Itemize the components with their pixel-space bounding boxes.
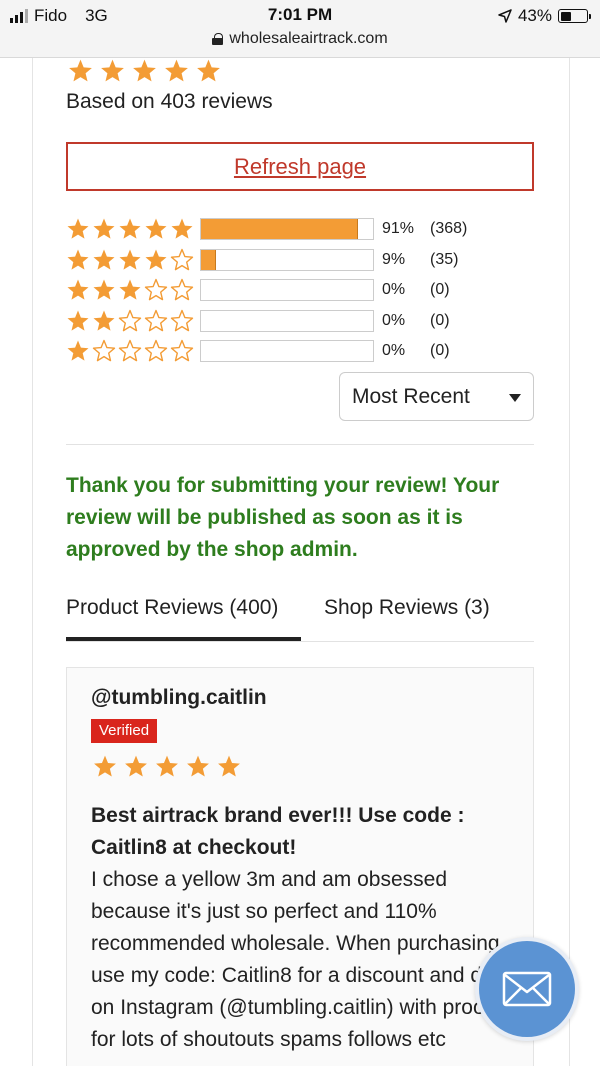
thanks-message: Thank you for submitting your review! Yo… xyxy=(66,474,500,561)
contact-mail-button[interactable] xyxy=(475,937,579,1041)
location-arrow-icon xyxy=(498,9,512,23)
tab-shop-reviews[interactable]: Shop Reviews (3) xyxy=(324,596,490,620)
histogram-percent: 91% xyxy=(382,220,415,238)
divider xyxy=(66,641,534,642)
star-filled-icon xyxy=(184,754,212,779)
star-filled-icon xyxy=(98,58,127,84)
histogram-bar-fill xyxy=(201,249,217,270)
histogram-stars xyxy=(66,339,200,363)
histogram-bar xyxy=(200,248,374,271)
battery-level xyxy=(560,11,572,21)
histogram-bar-fill xyxy=(201,219,358,240)
verified-badge: Verified xyxy=(91,719,158,743)
star-empty-icon xyxy=(170,278,194,302)
histogram-row-1-star[interactable]: 0% (0) xyxy=(66,336,536,367)
caret-down-icon xyxy=(509,394,521,402)
battery-percent: 43% xyxy=(517,6,552,25)
review-title: Best airtrack brand ever!!! Use code : C… xyxy=(91,804,465,859)
histogram-count: (0) xyxy=(430,281,450,299)
star-filled-icon xyxy=(66,278,90,302)
star-filled-icon xyxy=(162,58,191,84)
star-filled-icon xyxy=(66,217,90,241)
status-right: 43% xyxy=(498,6,591,26)
star-filled-icon xyxy=(91,754,119,779)
summary-stars xyxy=(66,58,223,84)
mail-button-circle xyxy=(479,941,575,1037)
star-empty-icon xyxy=(92,339,116,363)
histogram-row-4-star[interactable]: 9% (35) xyxy=(66,245,536,276)
refresh-page-label: Refresh page xyxy=(233,153,367,179)
star-filled-icon xyxy=(92,309,116,333)
histogram-percent: 0% xyxy=(382,281,406,299)
star-filled-icon xyxy=(215,754,243,779)
histogram-bar xyxy=(200,309,374,332)
refresh-page-button[interactable]: Refresh page xyxy=(66,142,534,191)
lock-icon xyxy=(212,33,224,45)
star-filled-icon xyxy=(170,217,194,241)
review-stars xyxy=(91,754,243,779)
star-empty-icon xyxy=(170,309,194,333)
histogram-bar xyxy=(200,340,374,363)
histogram-percent: 0% xyxy=(382,311,406,329)
based-on-count: Based on 403 reviews xyxy=(66,90,273,113)
histogram-percent: 9% xyxy=(382,250,406,268)
star-filled-icon xyxy=(66,309,90,333)
star-empty-icon xyxy=(118,309,142,333)
star-filled-icon xyxy=(66,339,90,363)
histogram-stars xyxy=(66,217,200,241)
star-filled-icon xyxy=(153,754,181,779)
star-filled-icon xyxy=(92,248,116,272)
star-empty-icon xyxy=(144,309,168,333)
histogram-row-3-star[interactable]: 0% (0) xyxy=(66,275,536,306)
tab-product-reviews[interactable]: Product Reviews (400) xyxy=(66,596,278,620)
star-filled-icon xyxy=(92,217,116,241)
star-filled-icon xyxy=(144,248,168,272)
star-filled-icon xyxy=(118,278,142,302)
histogram-count: (35) xyxy=(430,250,459,268)
battery-icon xyxy=(558,9,591,23)
sort-selected-value: Most Recent xyxy=(352,384,470,408)
url-bar[interactable]: wholesaleairtrack.com xyxy=(0,30,600,48)
star-filled-icon xyxy=(118,217,142,241)
star-empty-icon xyxy=(144,339,168,363)
star-empty-icon xyxy=(170,248,194,272)
histogram-count: (0) xyxy=(430,311,450,329)
histogram-stars xyxy=(66,278,200,302)
star-empty-icon xyxy=(118,339,142,363)
histogram-bar xyxy=(200,218,374,241)
histogram-count: (368) xyxy=(430,220,468,238)
sort-select[interactable]: Most Recent xyxy=(339,372,534,421)
star-empty-icon xyxy=(170,339,194,363)
star-filled-icon xyxy=(144,217,168,241)
histogram-percent: 0% xyxy=(382,342,406,360)
envelope-icon xyxy=(502,971,552,1007)
histogram-row-5-star[interactable]: 91% (368) xyxy=(66,214,536,245)
histogram-bar xyxy=(200,279,374,302)
divider xyxy=(66,444,534,445)
star-filled-icon xyxy=(92,278,116,302)
review-author: @tumbling.caitlin xyxy=(91,686,267,709)
histogram-row-2-star[interactable]: 0% (0) xyxy=(66,306,536,337)
review-card: @tumbling.caitlin Verified Best airtrack… xyxy=(66,667,534,1066)
star-filled-icon xyxy=(194,58,223,84)
histogram-count: (0) xyxy=(430,342,450,360)
star-filled-icon xyxy=(130,58,159,84)
histogram-stars xyxy=(66,309,200,333)
url-text: wholesaleairtrack.com xyxy=(229,30,388,47)
review-tabs: Product Reviews (400) Shop Reviews (3) xyxy=(66,592,534,642)
star-filled-icon xyxy=(66,58,95,84)
star-empty-icon xyxy=(144,278,168,302)
histogram-stars xyxy=(66,248,200,272)
rating-histogram: 91% (368) 9% (35) 0% (0) 0% (0) 0% (0) xyxy=(66,214,536,367)
star-filled-icon xyxy=(122,754,150,779)
status-bar: Fido 3G 7:01 PM 43% wholesaleairtrack.co… xyxy=(0,0,600,58)
star-filled-icon xyxy=(118,248,142,272)
review-body: I chose a yellow 3m and am obsessed beca… xyxy=(91,868,500,1051)
star-filled-icon xyxy=(66,248,90,272)
